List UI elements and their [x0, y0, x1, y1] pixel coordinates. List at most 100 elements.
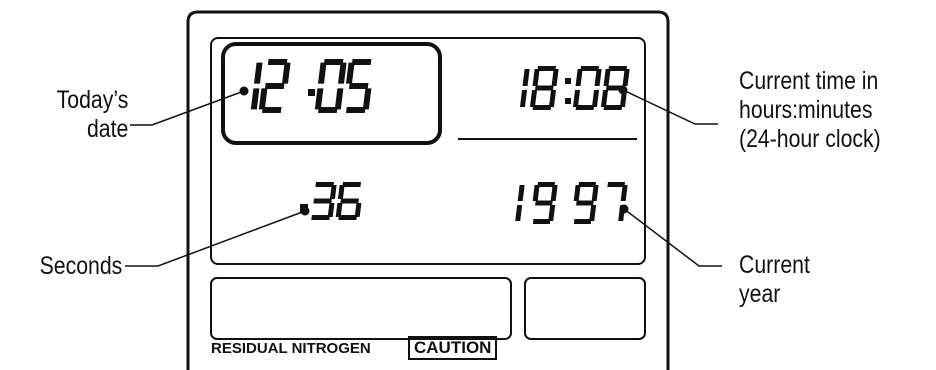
lcd-segment [537, 182, 555, 187]
lcd-segment [340, 198, 359, 204]
lcd-segment [578, 182, 596, 187]
lcd-segment [314, 88, 324, 110]
date-digit-4 [345, 59, 372, 113]
lcd-segment [622, 69, 630, 86]
lcd-segment [580, 66, 599, 71]
time-label-line-3: (24-hour clock) [739, 125, 881, 153]
date-digit-3 [314, 59, 347, 113]
lcd-segment [335, 203, 343, 217]
date-label: Today’s date [56, 86, 128, 144]
lcd-segment [603, 105, 623, 110]
lcd-segment [607, 182, 625, 187]
lcd-segment [264, 83, 285, 89]
residual-nitrogen-bar-box [210, 277, 512, 340]
lcd-segment [594, 69, 602, 86]
year-leader-dot [619, 204, 629, 214]
lcd-segment [572, 90, 581, 107]
time-label-line-2: hours:minutes [739, 96, 873, 124]
lcd-segment [327, 203, 335, 217]
lcd-segment [345, 62, 355, 84]
caution-badge: CAUTION [408, 336, 498, 360]
time-label-line-1: Current time in [739, 67, 879, 95]
seconds-leader-line [125, 210, 306, 267]
lcd-segment [515, 205, 523, 221]
lcd-segment [535, 200, 553, 206]
lcd-segment [311, 215, 330, 220]
date-label-line-1: Today’s [56, 86, 128, 114]
time-digit-3 [572, 66, 602, 110]
time-leader-line [622, 89, 718, 125]
lcd-segment [313, 198, 332, 204]
lcd-segment [532, 219, 551, 224]
lcd-segment [603, 69, 611, 86]
lcd-segment [575, 69, 583, 86]
lcd-segment [337, 185, 345, 199]
lcd-segment [573, 219, 592, 224]
date-leader-dot [239, 86, 249, 96]
lcd-segment [534, 85, 554, 91]
residual-nitrogen-label: RESIDUAL NITROGEN [211, 340, 371, 357]
year-label-line-1: Current [739, 251, 810, 279]
lcd-segment [315, 182, 334, 187]
year-digit-2 [532, 182, 558, 224]
lcd-segment [532, 105, 552, 110]
seconds-label-text: Seconds [39, 252, 122, 280]
year-label-line-2: year [739, 280, 781, 308]
time-colon-top [565, 78, 571, 84]
lcd-segment [354, 203, 362, 217]
lcd-segment [519, 90, 528, 107]
time-colon-bottom [565, 98, 571, 104]
year-label: Current year [739, 251, 810, 309]
lcd-segment [550, 185, 558, 201]
year-digit-3 [573, 182, 599, 224]
side-indicator-box [524, 277, 646, 340]
lcd-segment [548, 205, 556, 221]
lcd-segment [348, 83, 369, 89]
lcd-segment [258, 88, 268, 110]
lcd-segment [337, 62, 347, 84]
seconds-digit-1 [311, 182, 337, 220]
lcd-segment [329, 185, 337, 199]
time-label: Current time in hours:minutes (24-hour c… [739, 67, 881, 154]
seconds-digit-2 [335, 182, 362, 220]
year-digit-1 [515, 185, 525, 221]
lcd-segment [517, 185, 525, 201]
lcd-segment [351, 59, 372, 65]
lcd-segment [575, 105, 595, 110]
lcd-segment [250, 88, 260, 110]
year-digit-4 [607, 182, 628, 221]
lcd-segment [573, 185, 581, 201]
lcd-segment [591, 185, 599, 201]
lcd-segment [532, 185, 540, 201]
date-separator-dot [308, 89, 315, 96]
lcd-segment [253, 62, 263, 84]
lcd-segment [591, 90, 600, 107]
lcd-segment [338, 215, 357, 220]
date-label-line-2: date [86, 115, 128, 143]
seconds-label: Seconds [39, 252, 122, 281]
lcd-segment [600, 90, 609, 107]
lcd-segment [345, 107, 366, 113]
seconds-leader-dot [300, 206, 310, 216]
lcd-segment [522, 69, 530, 86]
lcd-segment [342, 182, 361, 187]
lcd-segment [532, 69, 540, 86]
lcd-segment [608, 66, 627, 71]
lcd-segment [620, 185, 628, 201]
time-digit-2 [529, 66, 559, 110]
lcd-segment [362, 88, 372, 110]
lcd-segment [317, 62, 327, 84]
dive-computer-diagram [125, 10, 722, 370]
lcd-segment [281, 62, 291, 84]
time-leader-dot [618, 85, 628, 95]
lcd-segment [529, 90, 538, 107]
lcd-segment [551, 69, 559, 86]
lcd-segment [589, 205, 597, 221]
lcd-segment [576, 200, 594, 206]
lcd-segment [548, 90, 557, 107]
date-digit-2 [258, 59, 291, 113]
year-leader-line [623, 208, 722, 267]
lcd-segment [537, 66, 556, 71]
time-digit-1 [519, 69, 530, 107]
lcd-segment [334, 88, 344, 110]
